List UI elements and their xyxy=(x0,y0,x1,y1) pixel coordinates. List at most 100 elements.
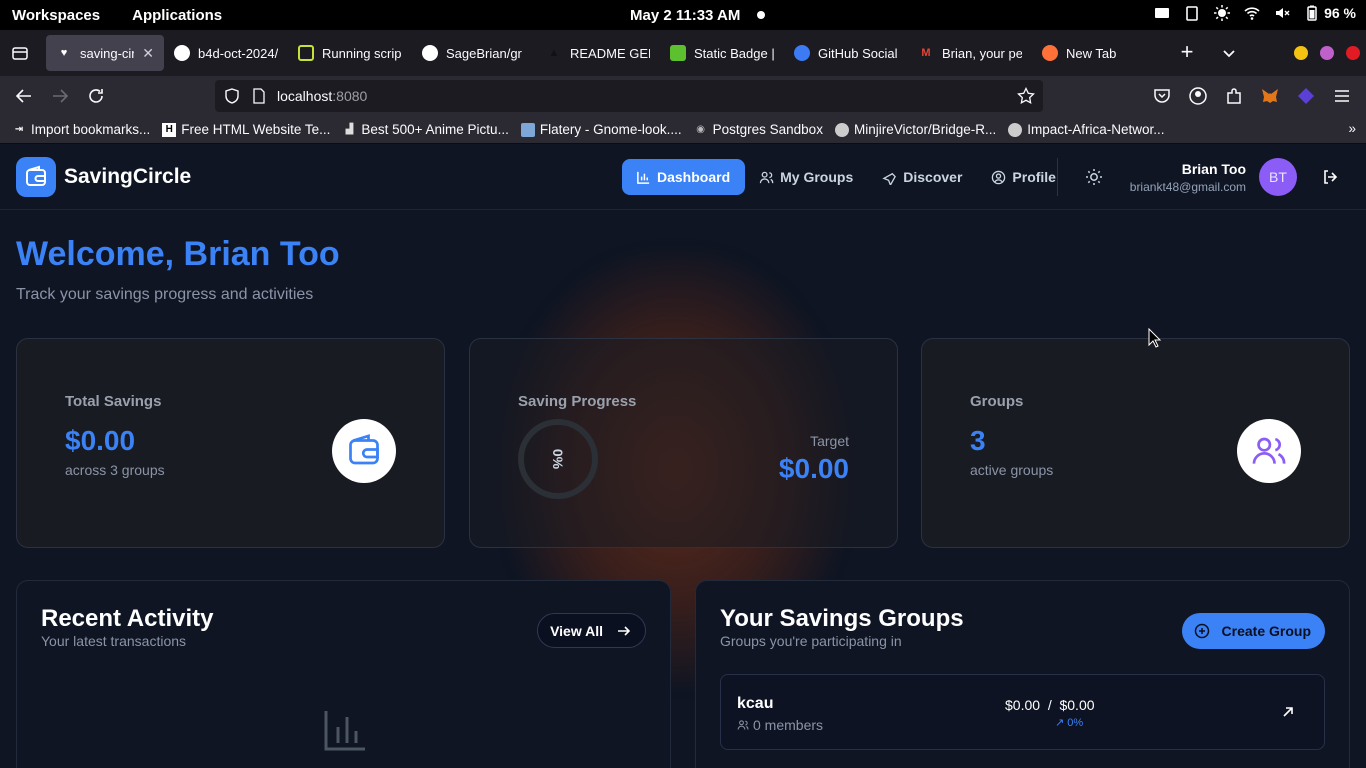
url-bar[interactable]: localhost:8080 xyxy=(215,80,1043,112)
logout-icon[interactable] xyxy=(1321,168,1339,186)
saving-progress-card: Saving Progress 0% Target $0.00 xyxy=(469,338,898,548)
github-icon xyxy=(1008,122,1023,137)
bookmark-label: MinjireVictor/Bridge-R... xyxy=(853,122,997,137)
browser-tab[interactable]: GitHub Social xyxy=(784,35,908,71)
target-label: Target xyxy=(810,433,849,449)
nav-dashboard[interactable]: Dashboard xyxy=(622,159,746,195)
maximize-window-button[interactable] xyxy=(1320,46,1334,60)
bookmark-item[interactable]: Impact-Africa-Networ... xyxy=(1002,122,1170,137)
page-icon[interactable] xyxy=(251,88,267,104)
progress-ring: 0% xyxy=(518,419,598,499)
tab-overview-button[interactable] xyxy=(0,30,40,76)
browser-tab[interactable]: b4d-oct-2024/ xyxy=(164,35,288,71)
system-top-bar: Workspaces Applications May 2 11:33 AM 9… xyxy=(0,0,1366,30)
shield-icon[interactable] xyxy=(223,87,241,105)
nav-my-groups[interactable]: My Groups xyxy=(745,159,868,195)
account-icon[interactable] xyxy=(1187,85,1209,107)
pocket-icon[interactable] xyxy=(1151,85,1173,107)
close-window-button[interactable] xyxy=(1346,46,1360,60)
browser-tab[interactable]: New Tab xyxy=(1032,35,1156,71)
new-tab-button[interactable]: + xyxy=(1176,41,1198,64)
browser-tab[interactable]: SageBrian/gr xyxy=(412,35,536,71)
groups-value: 3 xyxy=(970,425,986,456)
bookmark-item[interactable]: Flatery - Gnome-look.... xyxy=(515,122,688,137)
discover-icon xyxy=(882,172,897,185)
close-tab-icon[interactable]: ✕ xyxy=(142,45,154,62)
minimize-window-button[interactable] xyxy=(1294,46,1308,60)
volume-muted-icon[interactable] xyxy=(1274,5,1290,21)
sun-icon[interactable] xyxy=(1085,168,1103,186)
gnome-look-icon xyxy=(520,122,535,137)
applications-menu[interactable]: Applications xyxy=(132,7,222,24)
progress-percent: 0% xyxy=(549,448,566,470)
github-icon xyxy=(422,45,438,61)
users-icon xyxy=(759,171,774,183)
bookmarks-overflow-icon[interactable]: » xyxy=(1348,121,1356,136)
browser-nav-bar: localhost:8080 xyxy=(0,76,1366,116)
nav-discover[interactable]: Discover xyxy=(868,159,977,195)
tab-title: Brian, your pe xyxy=(942,45,1022,61)
hamburger-menu-icon[interactable] xyxy=(1331,85,1353,107)
chevron-down-icon[interactable] xyxy=(1218,42,1240,64)
browser-tab[interactable]: Running scrip xyxy=(288,35,412,71)
header-divider xyxy=(1057,158,1058,196)
forward-arrow-icon[interactable] xyxy=(49,85,71,107)
back-arrow-icon[interactable] xyxy=(13,85,35,107)
battery-icon[interactable] xyxy=(1304,5,1320,21)
nav-discover-label: Discover xyxy=(903,169,963,185)
bookmark-label: Impact-Africa-Networ... xyxy=(1027,122,1165,137)
bookmark-item[interactable]: ▟ Best 500+ Anime Pictu... xyxy=(336,122,514,137)
notification-dot-icon xyxy=(757,11,765,19)
bar-chart-icon xyxy=(637,171,650,184)
view-all-button[interactable]: View All xyxy=(537,613,646,648)
extension-diamond-icon[interactable] xyxy=(1295,85,1317,107)
group-row[interactable]: kcau 0 members $0.00 / $0.00 ↗ 0% xyxy=(720,674,1325,750)
metamask-icon[interactable] xyxy=(1259,85,1281,107)
browser-tab[interactable]: ♥ saving-circle ✕ xyxy=(46,35,164,71)
user-info[interactable]: Brian Too briankt48@gmail.com xyxy=(1130,161,1246,194)
html-icon: H xyxy=(162,122,177,137)
total-savings-card: Total Savings $0.00 across 3 groups xyxy=(16,338,445,548)
brand-name[interactable]: SavingCircle xyxy=(64,165,191,189)
mouse-cursor-icon xyxy=(1148,328,1162,348)
bookmark-item[interactable]: ⇥ Import bookmarks... xyxy=(6,122,156,137)
extensions-icon[interactable] xyxy=(1223,85,1245,107)
reload-icon[interactable] xyxy=(85,85,107,107)
arrow-right-icon xyxy=(618,625,631,636)
screen-share-icon[interactable] xyxy=(1154,5,1170,21)
create-group-button[interactable]: Create Group xyxy=(1181,613,1325,649)
group-name: kcau xyxy=(737,695,774,712)
brightness-icon[interactable] xyxy=(1214,5,1231,21)
workspaces-menu[interactable]: Workspaces xyxy=(12,7,100,24)
system-clock[interactable]: May 2 11:33 AM xyxy=(630,7,740,24)
group-percent-value: 0% xyxy=(1067,717,1084,729)
bookmark-label: Free HTML Website Te... xyxy=(181,122,331,137)
bookmark-item[interactable]: MinjireVictor/Bridge-R... xyxy=(829,122,1002,137)
arrow-up-right-icon[interactable] xyxy=(1281,705,1295,719)
target-value: $0.00 xyxy=(778,453,849,484)
total-savings-sub: across 3 groups xyxy=(65,462,165,478)
wallet-logo-icon[interactable] xyxy=(16,157,56,197)
browser-tab[interactable]: M Brian, your pe xyxy=(908,35,1032,71)
gmail-icon: M xyxy=(921,47,931,59)
tab-title: SageBrian/gr xyxy=(446,45,522,61)
wifi-icon[interactable] xyxy=(1244,5,1260,21)
bookmark-star-icon[interactable] xyxy=(1017,87,1035,105)
github-icon xyxy=(174,45,190,61)
browser-tab[interactable]: Static Badge | xyxy=(660,35,784,71)
avatar[interactable]: BT xyxy=(1259,158,1297,196)
bookmark-item[interactable]: ◉ Postgres Sandbox xyxy=(688,122,829,137)
tab-title: Static Badge | xyxy=(694,45,774,61)
bookmarks-toolbar: ⇥ Import bookmarks... H Free HTML Websit… xyxy=(0,116,1366,144)
plus-circle-icon xyxy=(1194,623,1209,639)
tab-overview-icon xyxy=(12,47,28,60)
clipboard-icon[interactable] xyxy=(1184,5,1200,21)
savings-groups-subtitle: Groups you're participating in xyxy=(720,633,902,649)
firefox-icon xyxy=(1042,45,1058,61)
system-tray[interactable]: 96 % xyxy=(1154,5,1356,21)
bookmark-item[interactable]: H Free HTML Website Te... xyxy=(156,122,336,137)
groups-label: Groups xyxy=(970,393,1024,410)
browser-tab[interactable]: ▲ README GEN xyxy=(536,35,660,71)
total-savings-label: Total Savings xyxy=(65,393,162,410)
badge-icon xyxy=(670,45,686,61)
